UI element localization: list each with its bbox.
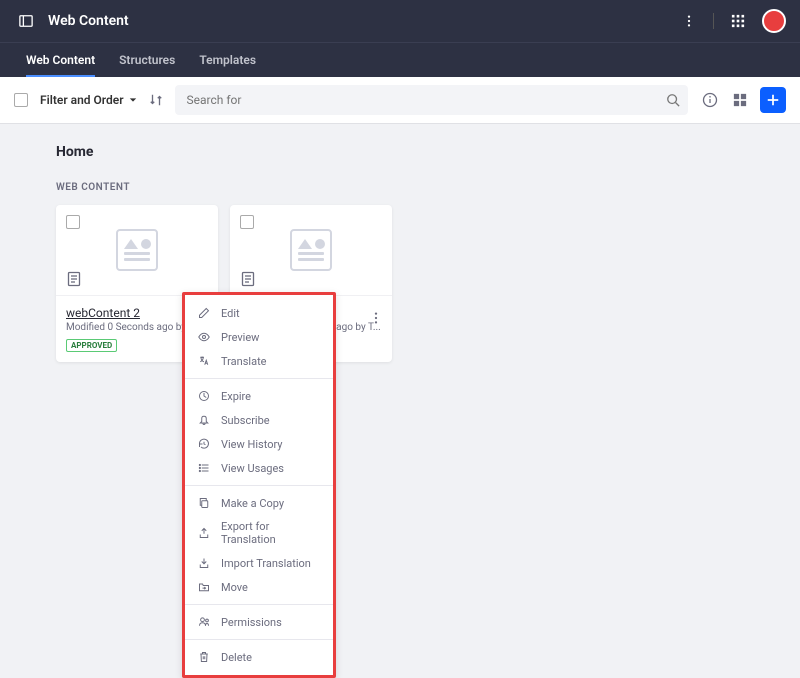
menu-label: Translate bbox=[221, 355, 267, 368]
tab-templates[interactable]: Templates bbox=[187, 43, 268, 77]
panel-icon[interactable] bbox=[14, 9, 38, 33]
grid-view-icon[interactable] bbox=[730, 90, 750, 110]
permissions-icon bbox=[197, 615, 211, 629]
document-badge-icon bbox=[240, 271, 256, 287]
menu-edit[interactable]: Edit bbox=[185, 301, 333, 325]
info-icon[interactable] bbox=[700, 90, 720, 110]
menu-move[interactable]: Move bbox=[185, 575, 333, 599]
menu-label: Edit bbox=[221, 307, 240, 320]
menu-label: Preview bbox=[221, 331, 259, 344]
menu-label: Delete bbox=[221, 651, 252, 664]
page-title: Web Content bbox=[48, 13, 129, 29]
pencil-icon bbox=[197, 306, 211, 320]
search-icon[interactable] bbox=[666, 93, 680, 107]
menu-view-history[interactable]: View History bbox=[185, 432, 333, 456]
menu-divider bbox=[185, 604, 333, 605]
add-button[interactable] bbox=[760, 87, 786, 113]
divider bbox=[713, 13, 714, 29]
menu-label: Expire bbox=[221, 390, 251, 403]
menu-view-usages[interactable]: View Usages bbox=[185, 456, 333, 480]
document-badge-icon bbox=[66, 271, 82, 287]
sort-icon[interactable] bbox=[149, 93, 163, 107]
section-title: WEB CONTENT bbox=[56, 182, 744, 193]
export-icon bbox=[197, 526, 211, 540]
menu-divider bbox=[185, 378, 333, 379]
clock-icon bbox=[197, 389, 211, 403]
menu-label: Move bbox=[221, 581, 248, 594]
bell-icon bbox=[197, 413, 211, 427]
import-icon bbox=[197, 556, 211, 570]
apps-icon[interactable] bbox=[726, 9, 750, 33]
placeholder-icon bbox=[116, 229, 158, 271]
menu-expire[interactable]: Expire bbox=[185, 384, 333, 408]
context-menu: Edit Preview Translate Expire Subscribe … bbox=[182, 292, 336, 678]
menu-label: Import Translation bbox=[221, 557, 311, 570]
search-wrap bbox=[175, 85, 688, 115]
menu-label: Export for Translation bbox=[221, 520, 321, 546]
menu-import-translation[interactable]: Import Translation bbox=[185, 551, 333, 575]
status-badge: APPROVED bbox=[66, 339, 117, 352]
menu-delete[interactable]: Delete bbox=[185, 645, 333, 669]
translate-icon bbox=[197, 354, 211, 368]
menu-translate[interactable]: Translate bbox=[185, 349, 333, 373]
menu-label: Subscribe bbox=[221, 414, 270, 427]
card-checkbox[interactable] bbox=[66, 215, 80, 229]
history-icon bbox=[197, 437, 211, 451]
menu-make-copy[interactable]: Make a Copy bbox=[185, 491, 333, 515]
user-avatar[interactable] bbox=[762, 9, 786, 33]
placeholder-icon bbox=[290, 229, 332, 271]
list-icon bbox=[197, 461, 211, 475]
menu-label: View History bbox=[221, 438, 283, 451]
filter-label: Filter and Order bbox=[40, 93, 124, 107]
content-area: Home WEB CONTENT webContent 2 Modified 0… bbox=[0, 124, 800, 382]
top-bar: Web Content bbox=[0, 0, 800, 42]
search-input[interactable] bbox=[175, 85, 688, 115]
menu-preview[interactable]: Preview bbox=[185, 325, 333, 349]
tab-web-content[interactable]: Web Content bbox=[14, 43, 107, 77]
filter-and-order[interactable]: Filter and Order bbox=[40, 93, 137, 107]
menu-label: Permissions bbox=[221, 616, 282, 629]
menu-permissions[interactable]: Permissions bbox=[185, 610, 333, 634]
menu-divider bbox=[185, 485, 333, 486]
toolbar: Filter and Order bbox=[0, 77, 800, 124]
caret-down-icon bbox=[129, 96, 137, 104]
menu-divider bbox=[185, 639, 333, 640]
menu-label: Make a Copy bbox=[221, 497, 284, 510]
cards: webContent 2 Modified 0 Seconds ago by T… bbox=[56, 205, 744, 362]
folder-move-icon bbox=[197, 580, 211, 594]
select-all-checkbox[interactable] bbox=[14, 93, 28, 107]
card-checkbox[interactable] bbox=[240, 215, 254, 229]
header-more-icon[interactable] bbox=[677, 9, 701, 33]
breadcrumb: Home bbox=[56, 144, 744, 160]
card-more-icon[interactable] bbox=[366, 308, 386, 328]
menu-export-translation[interactable]: Export for Translation bbox=[185, 515, 333, 551]
tab-structures[interactable]: Structures bbox=[107, 43, 187, 77]
trash-icon bbox=[197, 650, 211, 664]
tabs: Web Content Structures Templates bbox=[0, 42, 800, 77]
copy-icon bbox=[197, 496, 211, 510]
eye-icon bbox=[197, 330, 211, 344]
menu-label: View Usages bbox=[221, 462, 284, 475]
menu-subscribe[interactable]: Subscribe bbox=[185, 408, 333, 432]
